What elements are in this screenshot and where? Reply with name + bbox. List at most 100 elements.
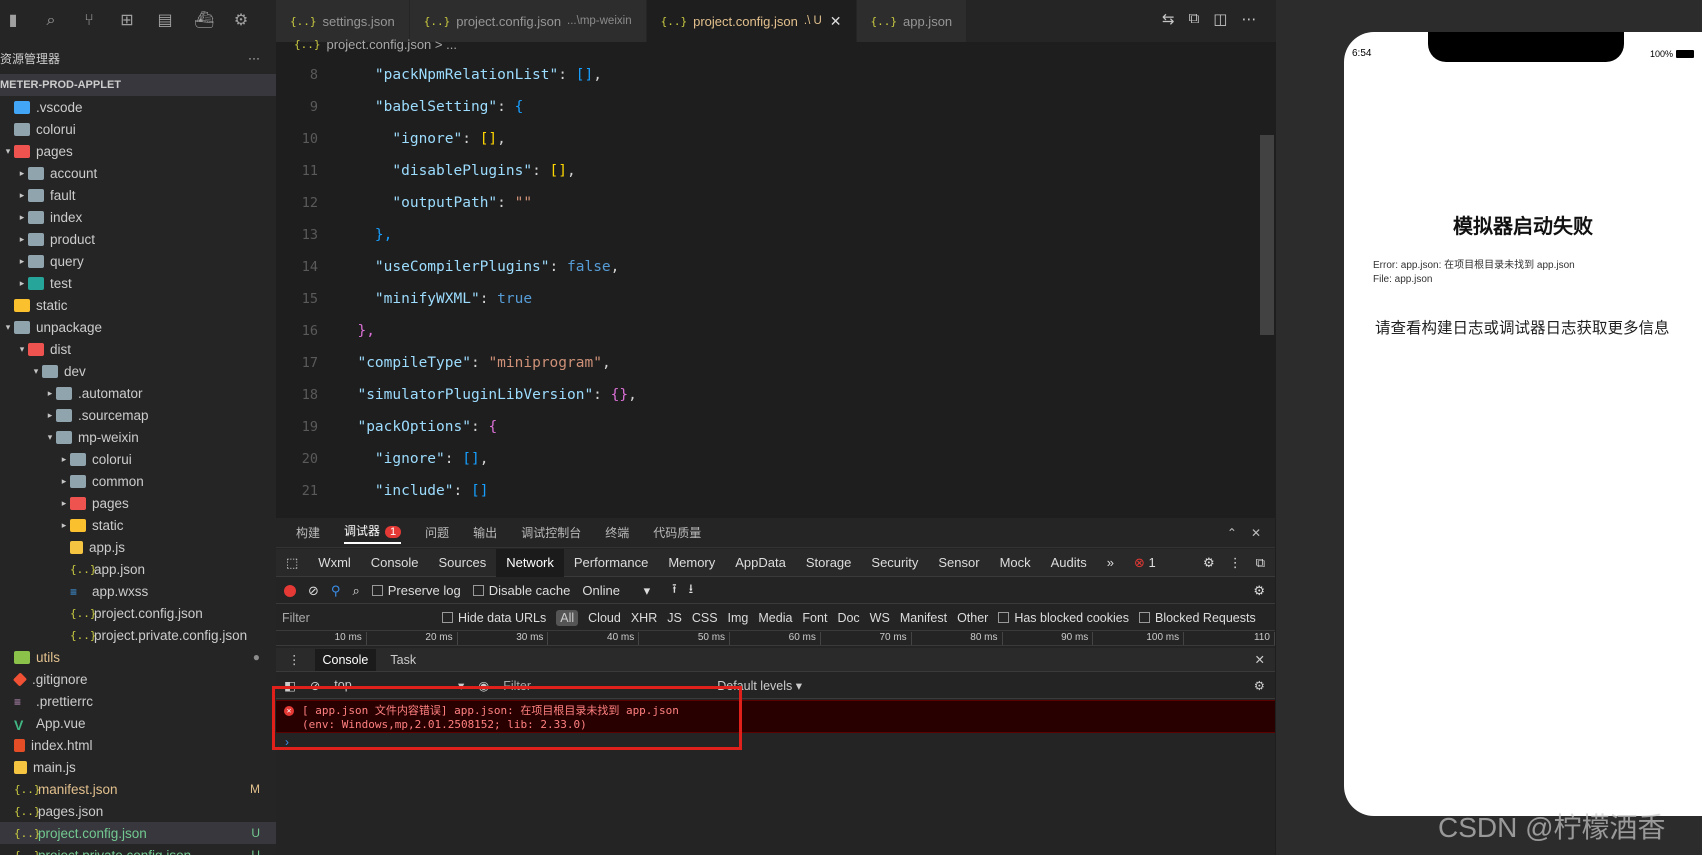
filter-type-button[interactable]: WS (870, 611, 890, 625)
filter-type-button[interactable]: CSS (692, 611, 718, 625)
tree-item[interactable]: ▸ colorui (0, 448, 276, 470)
hide-data-urls-checkbox[interactable]: Hide data URLs (442, 611, 546, 625)
settings-sync-icon[interactable]: ⚙ (232, 12, 250, 30)
settings-icon[interactable]: ⚙ (1203, 555, 1215, 571)
tree-item[interactable]: main.js (0, 756, 276, 778)
network-settings-icon[interactable]: ⚙ (1253, 583, 1265, 599)
more-options-icon[interactable]: ⋮ (1229, 555, 1242, 571)
panel-tab[interactable]: 问题 (425, 524, 449, 541)
tree-item[interactable]: {..} project.private.config.json U (0, 844, 276, 855)
tree-item[interactable]: ▸ static (0, 514, 276, 536)
filter-icon[interactable]: ⚲ (331, 583, 341, 599)
remote-explorer-icon[interactable]: ▤ (156, 12, 174, 30)
filter-type-button[interactable]: JS (667, 611, 682, 625)
throttling-select[interactable]: Online ▾ (582, 583, 650, 599)
panel-tab[interactable]: 构建 (296, 524, 320, 541)
upload-icon[interactable]: ⭱ (672, 580, 677, 602)
compare-icon[interactable]: ⇆ (1162, 10, 1175, 28)
tree-item[interactable]: app.js (0, 536, 276, 558)
docker-icon[interactable]: ⛴ (194, 12, 214, 30)
record-icon[interactable] (284, 584, 296, 597)
tree-item[interactable]: ▸ query (0, 250, 276, 272)
search-icon[interactable]: ⌕ (42, 12, 60, 30)
filter-type-button[interactable]: Doc (837, 611, 859, 625)
tree-item[interactable]: .vscode (0, 96, 276, 118)
breadcrumb[interactable]: {..} project.config.json > ... (276, 33, 1276, 55)
drawer-close-icon[interactable]: ✕ (1255, 652, 1265, 667)
extensions-icon[interactable]: ⊞ (118, 12, 136, 30)
filter-type-button[interactable]: Font (802, 611, 827, 625)
filter-type-button[interactable]: Manifest (900, 611, 947, 625)
clear-icon[interactable]: ⊘ (308, 583, 319, 599)
network-filter-input[interactable]: Filter (282, 611, 432, 625)
disable-cache-checkbox[interactable]: Disable cache (472, 583, 570, 598)
download-icon[interactable]: ⭳ (689, 580, 694, 602)
devtools-tab[interactable]: Memory (658, 549, 725, 577)
project-root[interactable]: METER-PROD-APPLET (0, 74, 276, 96)
panel-tab[interactable]: 代码质量 (653, 524, 701, 541)
panel-tab[interactable]: 调试器 1 (344, 522, 402, 544)
tree-item[interactable]: ▸ test (0, 272, 276, 294)
tree-item[interactable]: ▸ product (0, 228, 276, 250)
devtools-tab[interactable]: Mock (990, 549, 1041, 577)
preserve-log-checkbox[interactable]: Preserve log (371, 583, 461, 598)
drawer-menu-icon[interactable]: ⋮ (288, 652, 301, 667)
tree-item[interactable]: .gitignore (0, 668, 276, 690)
console-settings-icon[interactable]: ⚙ (1254, 678, 1265, 693)
blocked-requests-checkbox[interactable]: Blocked Requests (1138, 611, 1256, 625)
blocked-cookies-checkbox[interactable]: Has blocked cookies (998, 611, 1129, 625)
drawer-tab-task[interactable]: Task (390, 653, 416, 667)
filter-all-button[interactable]: All (556, 609, 579, 626)
panel-tab[interactable]: 调试控制台 (521, 524, 581, 541)
tree-item[interactable]: ▸ pages (0, 492, 276, 514)
tree-item[interactable]: ▸ common (0, 470, 276, 492)
filter-type-button[interactable]: Media (758, 611, 792, 625)
tree-item[interactable]: ≡ app.wxss (0, 580, 276, 602)
tree-item[interactable]: ▾ unpackage (0, 316, 276, 338)
devtools-tab[interactable]: Sensor (928, 549, 989, 577)
source-control-icon[interactable]: ⑂ (80, 12, 98, 30)
tree-item[interactable]: ▾ dist (0, 338, 276, 360)
tree-item[interactable]: {..} project.config.json (0, 602, 276, 624)
panel-tab[interactable]: 终端 (605, 524, 629, 541)
tree-item[interactable]: ≡ .prettierrc (0, 690, 276, 712)
inspect-element-icon[interactable]: ⬚ (276, 549, 308, 577)
devtools-tab[interactable]: Storage (796, 549, 862, 577)
explorer-more-icon[interactable]: ··· (248, 51, 260, 65)
devtools-tab[interactable]: Audits (1041, 549, 1097, 577)
tree-item[interactable]: colorui (0, 118, 276, 140)
tree-item[interactable]: ▸ .automator (0, 382, 276, 404)
tree-item[interactable]: ▾ dev (0, 360, 276, 382)
tree-item[interactable]: {..} project.config.json U (0, 822, 276, 844)
tree-item[interactable]: V App.vue (0, 712, 276, 734)
close-icon[interactable]: ✕ (1251, 526, 1261, 540)
devtools-tab[interactable]: Wxml (308, 549, 361, 577)
code-editor[interactable]: 8 "packNpmRelationList": [], 9 "babelSett… (276, 59, 1276, 509)
more-actions-icon[interactable]: ⋯ (1241, 10, 1256, 28)
tree-item[interactable]: index.html (0, 734, 276, 756)
filter-type-button[interactable]: Other (957, 611, 988, 625)
tree-item[interactable]: ▾ pages (0, 140, 276, 162)
open-preview-icon[interactable]: ⧉ (1189, 10, 1200, 28)
tree-item[interactable]: ▸ .sourcemap (0, 404, 276, 426)
tree-item[interactable]: {..} manifest.json M (0, 778, 276, 800)
tree-item[interactable]: ▸ account (0, 162, 276, 184)
search-icon[interactable]: ⌕ (352, 583, 359, 599)
more-tabs-icon[interactable]: » (1097, 549, 1124, 577)
close-icon[interactable]: ✕ (830, 13, 842, 30)
filter-type-button[interactable]: Cloud (588, 611, 621, 625)
tree-item[interactable]: static (0, 294, 276, 316)
tree-item[interactable]: {..} app.json (0, 558, 276, 580)
tree-item[interactable]: {..} project.private.config.json (0, 624, 276, 646)
tree-item[interactable]: utils ● (0, 646, 276, 668)
devtools-tab[interactable]: Sources (429, 549, 497, 577)
panel-tab[interactable]: 输出 (473, 524, 497, 541)
editor-scrollbar[interactable] (1260, 135, 1274, 335)
filter-type-button[interactable]: XHR (631, 611, 657, 625)
devtools-tab[interactable]: Security (861, 549, 928, 577)
explorer-icon[interactable]: ▮ (4, 12, 22, 30)
tree-item[interactable]: {..} pages.json (0, 800, 276, 822)
dock-icon[interactable]: ⧉ (1256, 555, 1265, 571)
chevron-up-icon[interactable]: ⌃ (1227, 526, 1237, 540)
tree-item[interactable]: ▸ fault (0, 184, 276, 206)
